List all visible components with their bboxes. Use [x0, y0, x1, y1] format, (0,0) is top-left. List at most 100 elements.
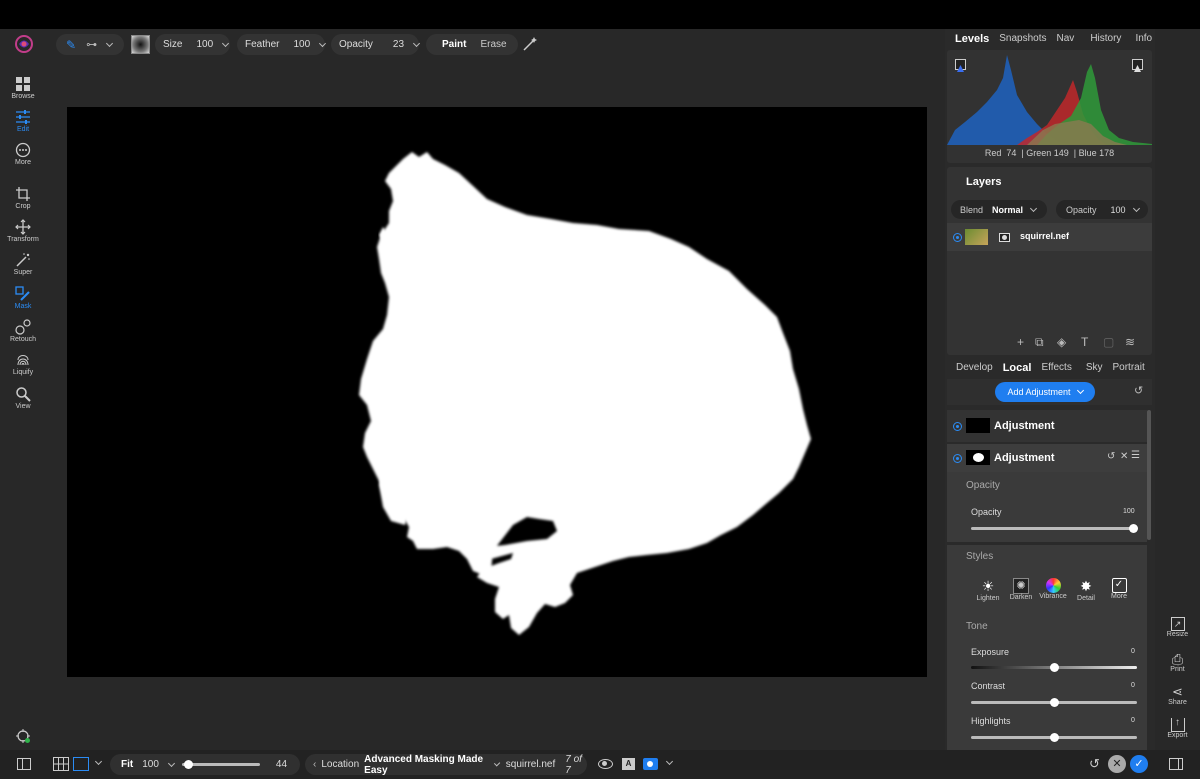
layer-name[interactable]: squirrel.nef: [1020, 231, 1069, 241]
style-vibrance[interactable]: Vibrance: [1035, 578, 1071, 600]
app-logo-icon[interactable]: [14, 34, 34, 54]
mask-brush-icon[interactable]: ✎: [66, 38, 76, 52]
duplicate-layer-icon[interactable]: ⧉: [1035, 335, 1044, 350]
file-name[interactable]: squirrel.nef: [506, 759, 555, 770]
erase-button[interactable]: Erase: [480, 39, 506, 50]
close-icon[interactable]: ✕: [1120, 451, 1128, 462]
magic-brush-icon[interactable]: [522, 36, 538, 52]
album-name[interactable]: Advanced Masking Made Easy: [364, 754, 490, 776]
apply-button[interactable]: ✓: [1130, 755, 1148, 773]
brush-mode-group[interactable]: ✎ ⊶: [56, 34, 124, 55]
chevron-left-icon[interactable]: ‹: [313, 759, 316, 770]
size-control[interactable]: Size 100: [155, 34, 230, 55]
add-layer-icon[interactable]: +: [1017, 335, 1024, 349]
zoom-value[interactable]: 100: [142, 759, 159, 770]
slider-knob[interactable]: [1050, 698, 1059, 707]
paint-erase-toggle[interactable]: Paint Erase: [426, 34, 518, 55]
chevron-down-icon[interactable]: [412, 39, 421, 47]
print-button[interactable]: ⎙ Print: [1155, 652, 1200, 673]
resize-button[interactable]: ↗ Resize: [1155, 617, 1200, 638]
tool-edit[interactable]: Edit: [0, 109, 46, 133]
toggle-right-panel-icon[interactable]: [1169, 758, 1183, 770]
menu-icon[interactable]: ☰: [1131, 450, 1140, 461]
tab-snapshots[interactable]: Snapshots: [999, 33, 1046, 45]
fit-button[interactable]: Fit: [121, 759, 133, 770]
chevron-down-icon[interactable]: [106, 39, 114, 47]
layer-visibility-icon[interactable]: [953, 233, 962, 242]
reset-icon[interactable]: ↺: [1107, 451, 1115, 462]
chevron-down-icon[interactable]: [222, 39, 230, 47]
add-adjustment-button[interactable]: Add Adjustment: [995, 382, 1095, 402]
tool-view[interactable]: View: [0, 386, 46, 410]
tool-retouch[interactable]: Retouch: [0, 319, 46, 343]
opacity-slider[interactable]: [971, 524, 1138, 533]
stack-layers-icon[interactable]: ≋: [1125, 335, 1135, 349]
adjustment-layer-row[interactable]: Adjustment: [947, 410, 1147, 442]
size-value[interactable]: 100: [196, 39, 213, 50]
layer-mask-icon[interactable]: [999, 233, 1010, 242]
tab-nav[interactable]: Nav: [1057, 33, 1075, 45]
style-detail[interactable]: ✸ Detail: [1068, 578, 1104, 602]
style-darken[interactable]: ✺ Darken: [1003, 578, 1039, 601]
feather-value[interactable]: 100: [293, 39, 310, 50]
location-breadcrumb[interactable]: ‹ Location Advanced Masking Made Easy sq…: [305, 754, 587, 776]
chevron-down-icon[interactable]: [1030, 204, 1038, 212]
slider-knob[interactable]: [1050, 733, 1059, 742]
contrast-slider[interactable]: [971, 698, 1137, 707]
chevron-down-icon[interactable]: [494, 759, 501, 767]
style-more[interactable]: ✓ More: [1101, 578, 1137, 600]
adjustment-name[interactable]: Adjustment: [994, 420, 1055, 432]
layer-opacity-select[interactable]: Opacity 100: [1056, 200, 1148, 219]
fill-layer-icon[interactable]: ◈: [1057, 335, 1066, 349]
tab-info[interactable]: Info: [1135, 33, 1152, 45]
feather-control[interactable]: Feather 100: [237, 34, 327, 55]
panel-scrollbar[interactable]: [1147, 410, 1151, 540]
cancel-button[interactable]: ✕: [1108, 755, 1126, 773]
eye-icon[interactable]: [598, 759, 613, 769]
blend-select[interactable]: Blend Normal: [951, 200, 1047, 219]
tool-liquify[interactable]: Liquify: [0, 352, 46, 376]
zoom-slider[interactable]: [181, 760, 260, 769]
share-button[interactable]: ⋖ Share: [1155, 685, 1200, 707]
slider-knob[interactable]: [183, 760, 193, 769]
tool-mask[interactable]: Mask: [0, 286, 46, 310]
slider-knob[interactable]: [1129, 524, 1138, 533]
tab-history[interactable]: History: [1090, 33, 1121, 45]
tab-levels[interactable]: Levels: [955, 33, 989, 45]
chevron-down-icon[interactable]: [1132, 204, 1140, 212]
tool-crop[interactable]: Crop: [0, 186, 46, 210]
visibility-icon[interactable]: [953, 454, 962, 463]
delete-layer-icon[interactable]: ▢: [1103, 335, 1114, 349]
brush-shape-icon[interactable]: ⊶: [86, 38, 97, 51]
tool-browse[interactable]: Browse: [0, 76, 46, 100]
tool-super[interactable]: Super: [0, 252, 46, 276]
text-layer-icon[interactable]: T: [1081, 335, 1088, 349]
plugin-status-icon[interactable]: [15, 728, 31, 744]
opacity-control[interactable]: Opacity 23: [331, 34, 421, 55]
brush-preview-icon[interactable]: [131, 35, 150, 54]
reset-icon[interactable]: ↺: [1134, 384, 1143, 397]
exposure-slider[interactable]: [971, 663, 1137, 672]
mask-overlay-icon[interactable]: [643, 758, 658, 770]
tool-more[interactable]: More: [0, 142, 46, 166]
export-button[interactable]: ↑ Export: [1155, 718, 1200, 740]
layer-opacity-value[interactable]: 100: [1111, 205, 1126, 215]
grid-view-icon[interactable]: [53, 757, 69, 771]
slider-knob[interactable]: [1050, 663, 1059, 672]
toggle-left-panel-icon[interactable]: [17, 758, 31, 770]
single-view-icon[interactable]: [73, 757, 89, 771]
layer-row[interactable]: squirrel.nef: [947, 223, 1152, 251]
highlights-slider[interactable]: [971, 733, 1137, 742]
visibility-icon[interactable]: [953, 422, 962, 431]
adjustment-name[interactable]: Adjustment: [994, 452, 1055, 464]
image-canvas[interactable]: [67, 107, 927, 677]
chevron-down-icon[interactable]: [167, 759, 175, 767]
zoom-control[interactable]: Fit 100 44: [110, 754, 300, 775]
chevron-down-icon[interactable]: [665, 757, 674, 766]
chevron-down-icon[interactable]: [94, 757, 103, 766]
chevron-down-icon[interactable]: [319, 39, 327, 47]
paint-button[interactable]: Paint: [442, 39, 466, 50]
style-lighten[interactable]: ☀ Lighten: [970, 578, 1006, 602]
auto-mask-icon[interactable]: A: [622, 758, 635, 770]
tool-transform[interactable]: Transform: [0, 219, 46, 243]
